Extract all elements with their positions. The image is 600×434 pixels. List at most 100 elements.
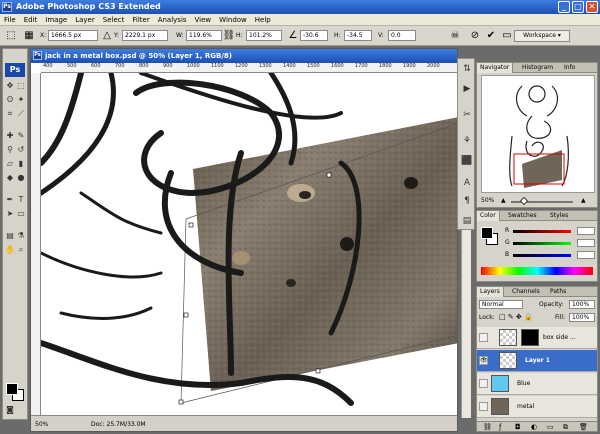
path-selection-icon[interactable]: ➤	[5, 209, 15, 219]
add-mask-icon[interactable]: ◘	[515, 422, 521, 432]
quick-mask-icon[interactable]: ◙	[5, 405, 15, 415]
color-spectrum[interactable]	[481, 267, 593, 275]
zoom-in-icon[interactable]: ▲	[581, 197, 586, 204]
layer-row[interactable]: 👁 Layer 1	[477, 350, 597, 372]
navigator-preview[interactable]	[481, 75, 595, 193]
foreground-color-swatch[interactable]	[6, 383, 18, 395]
transform-icon[interactable]: ⬚	[4, 29, 18, 43]
tab-channels[interactable]: Channels	[509, 287, 543, 297]
hand-tool-icon[interactable]: ✋	[5, 245, 15, 255]
magic-wand-icon[interactable]: ✦	[16, 95, 26, 105]
menu-view[interactable]: View	[191, 14, 216, 26]
visibility-toggle[interactable]	[479, 379, 488, 388]
blend-mode-select[interactable]: Normal	[479, 300, 523, 309]
tab-color[interactable]: Color	[477, 211, 500, 221]
tab-styles[interactable]: Styles	[547, 211, 571, 221]
commit-transform-icon[interactable]: ✔	[484, 29, 498, 43]
vskew-field[interactable]: 0.0	[388, 30, 416, 41]
reference-point-icon[interactable]: ▦	[22, 29, 36, 43]
zoom-tool-icon[interactable]: ⌕	[16, 245, 26, 255]
doc-size[interactable]: Doc: 25.7M/33.0M	[91, 420, 146, 430]
zoom-out-icon[interactable]: ▲	[501, 197, 506, 204]
fill-field[interactable]: 100%	[569, 313, 595, 322]
navigator-zoom-knob[interactable]	[519, 196, 529, 206]
type-tool-icon[interactable]: T	[16, 195, 26, 205]
brushes-icon[interactable]: ⚘	[461, 135, 473, 147]
channel-r-value[interactable]	[577, 227, 595, 235]
maximize-button[interactable]: □	[572, 1, 584, 13]
warp-mode-icon[interactable]: ☠	[448, 29, 462, 43]
x-field[interactable]: 1666.5 px	[48, 30, 98, 41]
horizontal-ruler[interactable]: 400 500 600 700 800 900 1000 1100 1200 1…	[41, 63, 457, 73]
dodge-tool-icon[interactable]: ●	[16, 173, 26, 183]
y-field[interactable]: 2229.1 px	[122, 30, 168, 41]
layer-row[interactable]: metal	[477, 396, 597, 418]
tab-paths[interactable]: Paths	[547, 287, 569, 297]
visibility-toggle[interactable]	[479, 333, 488, 342]
cancel-transform-icon[interactable]: ⊘	[468, 29, 482, 43]
eyedropper-icon[interactable]: ⚗	[16, 231, 26, 241]
character-icon[interactable]: A	[461, 177, 473, 189]
slice-tool-icon[interactable]: ⟋	[16, 109, 26, 119]
new-group-icon[interactable]: ▭	[547, 422, 554, 432]
gradient-tool-icon[interactable]: ▮	[16, 159, 26, 169]
brush-tool-icon[interactable]: ✎	[16, 131, 26, 141]
menu-select[interactable]: Select	[99, 14, 129, 26]
channel-g-value[interactable]	[577, 239, 595, 247]
tool-presets-icon[interactable]: ✂	[461, 109, 473, 121]
layer-row[interactable]: box side ...	[477, 327, 597, 349]
angle-field[interactable]: -30.6	[300, 30, 328, 41]
menu-analysis[interactable]: Analysis	[154, 14, 191, 26]
link-layers-icon[interactable]: ⛓	[483, 422, 492, 432]
layer-row[interactable]: Blue	[477, 373, 597, 395]
history-icon[interactable]: ⇅	[461, 63, 473, 75]
delete-layer-icon[interactable]: 🗑	[579, 422, 588, 432]
menu-edit[interactable]: Edit	[20, 14, 42, 26]
channel-b-value[interactable]	[577, 251, 595, 259]
tab-histogram[interactable]: Histogram	[519, 63, 556, 73]
healing-brush-icon[interactable]: ✚	[5, 131, 15, 141]
menu-filter[interactable]: Filter	[128, 14, 153, 26]
tab-swatches[interactable]: Swatches	[505, 211, 540, 221]
channel-r-slider[interactable]	[513, 230, 571, 233]
actions-icon[interactable]: ▶	[461, 83, 473, 95]
channel-b-slider[interactable]	[513, 254, 571, 257]
eraser-tool-icon[interactable]: ▱	[5, 159, 15, 169]
channel-g-slider[interactable]	[513, 242, 571, 245]
menu-file[interactable]: File	[0, 14, 20, 26]
crop-tool-icon[interactable]: ⌗	[5, 109, 15, 119]
vertical-ruler[interactable]	[31, 73, 41, 415]
adjustment-layer-icon[interactable]: ◐	[531, 422, 537, 432]
menu-window[interactable]: Window	[215, 14, 251, 26]
navigator-zoom[interactable]: 50%	[481, 197, 494, 204]
paragraph-icon[interactable]: ¶	[461, 195, 473, 207]
color-fg-swatch[interactable]	[481, 227, 493, 239]
close-button[interactable]: ✕	[586, 1, 598, 13]
layer-comps-icon[interactable]: ▤	[461, 215, 473, 227]
height-field[interactable]: 101.2%	[246, 30, 282, 41]
menu-layer[interactable]: Layer	[71, 14, 99, 26]
eye-icon[interactable]: 👁	[479, 356, 488, 365]
canvas[interactable]	[41, 73, 457, 415]
notes-tool-icon[interactable]: ▤	[5, 231, 15, 241]
tab-info[interactable]: Info	[561, 63, 578, 73]
lasso-tool-icon[interactable]: ʘ	[5, 95, 15, 105]
clone-source-icon[interactable]: ⬛	[461, 155, 473, 167]
menu-image[interactable]: Image	[41, 14, 71, 26]
new-layer-icon[interactable]: ⧉	[563, 422, 568, 432]
opacity-field[interactable]: 100%	[569, 300, 595, 309]
zoom-level[interactable]: 50%	[35, 420, 48, 430]
hskew-field[interactable]: -34.5	[344, 30, 372, 41]
minimize-button[interactable]: _	[558, 1, 570, 13]
marquee-tool-icon[interactable]: ⬚	[16, 81, 26, 91]
tab-layers[interactable]: Layers	[477, 287, 504, 297]
clone-stamp-icon[interactable]: ⚲	[5, 145, 15, 155]
history-brush-icon[interactable]: ↺	[16, 145, 26, 155]
layer-style-icon[interactable]: ƒ	[499, 422, 501, 432]
palette-well-icon[interactable]: ▭	[500, 29, 514, 43]
workspace-dropdown[interactable]: Workspace ▾	[514, 30, 570, 42]
visibility-toggle[interactable]	[479, 402, 488, 411]
move-tool-icon[interactable]: ✥	[5, 81, 15, 91]
shape-tool-icon[interactable]: ▭	[16, 209, 26, 219]
blur-tool-icon[interactable]: ◆	[5, 173, 15, 183]
